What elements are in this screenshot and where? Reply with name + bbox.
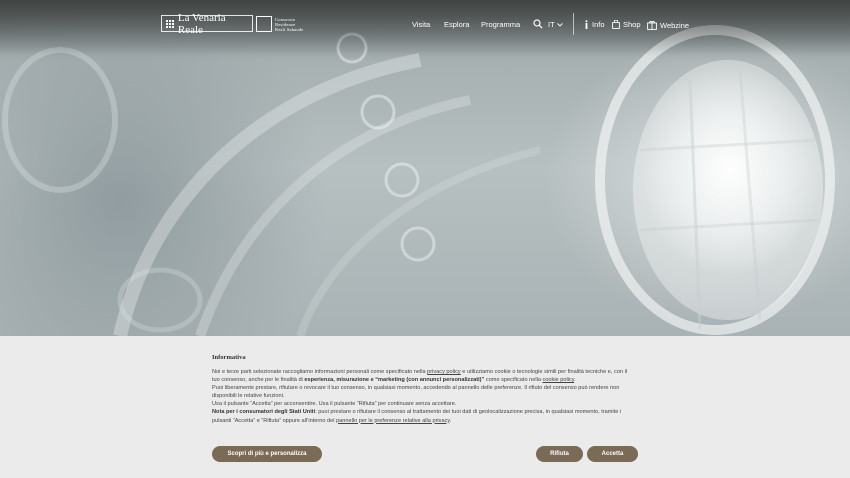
cookie-title: Informativa	[212, 354, 246, 361]
consorzio-mark-icon	[256, 16, 272, 32]
cookie-text: Noi e terze parti selezionate raccogliam…	[212, 368, 632, 425]
cookie-text-segment: Noi e terze parti selezionate raccogliam…	[212, 369, 428, 375]
info-label: Info	[592, 20, 605, 29]
cookie-paragraph: Usa il pulsante “Accetta” per acconsenti…	[212, 401, 457, 408]
shop-bag-icon	[612, 20, 620, 29]
shop-link[interactable]: Shop	[612, 20, 641, 29]
reject-button[interactable]: Rifiuta	[536, 446, 583, 462]
webzine-link[interactable]: Webzine	[647, 20, 689, 30]
consorzio-text: Consorzio Residenze Reali Sabaude	[275, 17, 303, 32]
nav-esplora[interactable]: Esplora	[444, 20, 469, 29]
nav-programma[interactable]: Programma	[481, 20, 520, 29]
header-divider	[573, 13, 574, 35]
learn-more-customize-button[interactable]: Scopri di più e personalizza	[212, 446, 322, 462]
language-label: IT	[548, 20, 555, 29]
site-header: La Venaria Reale Consorzio Residenze Rea…	[0, 0, 850, 50]
info-link[interactable]: Info	[584, 20, 605, 29]
cookie-text-segment: .	[449, 417, 452, 424]
cookie-paragraph: Nota per i consumatori degli Stati Uniti…	[212, 408, 632, 424]
info-icon	[585, 20, 588, 29]
language-selector[interactable]: IT	[548, 20, 563, 29]
cookie-paragraph: Noi e terze parti selezionate raccogliam…	[212, 368, 632, 384]
consorzio-logo[interactable]: Consorzio Residenze Reali Sabaude	[256, 15, 303, 33]
search-icon[interactable]	[533, 19, 543, 29]
shop-label: Shop	[623, 20, 641, 29]
cookie-text-segment: come specificato nella	[484, 377, 543, 384]
privacy-preferences-link[interactable]: pannello per le preferenze relative alla…	[336, 418, 450, 424]
hero-image	[0, 0, 850, 336]
venaria-logo[interactable]: La Venaria Reale	[161, 12, 253, 36]
webzine-icon	[647, 21, 657, 30]
accept-button[interactable]: Accetta	[587, 446, 638, 462]
cookie-paragraph: Puoi liberamente prestare, rifiutare o r…	[212, 385, 620, 400]
logo-grid-icon	[166, 19, 174, 28]
chevron-down-icon	[556, 22, 563, 27]
cookie-text-bold: esperienza, misurazione e “marketing (co…	[304, 377, 485, 384]
cookie-text-segment: .	[574, 377, 576, 384]
nav-visita[interactable]: Visita	[412, 20, 430, 29]
cookie-policy-link[interactable]: cookie policy	[543, 377, 575, 383]
privacy-policy-link[interactable]: privacy policy	[427, 369, 461, 375]
webzine-label: Webzine	[660, 20, 690, 30]
logo-text: La Venaria Reale	[177, 11, 226, 36]
consorzio-line: Reali Sabaude	[275, 26, 304, 32]
cookie-text-bold: Nota per i consumatori degli Stati Uniti	[212, 409, 316, 416]
